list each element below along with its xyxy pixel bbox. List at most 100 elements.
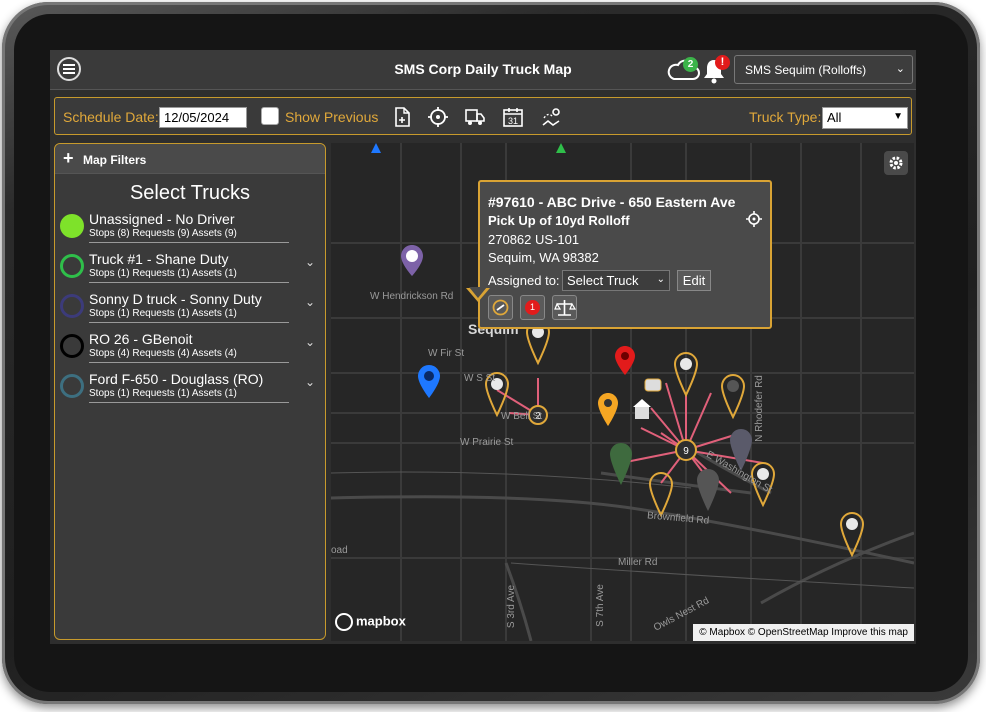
select-trucks-heading: Select Trucks (129, 182, 251, 204)
plus-icon: + (63, 148, 74, 168)
app-screen: SMS Corp Daily Truck Map 2 ! SMS Sequim … (50, 50, 916, 644)
toolbar: Schedule Date: 12/05/2024 Show Previous … (54, 97, 912, 135)
svg-text:31: 31 (508, 116, 518, 126)
street-fir: W Fir St (428, 348, 465, 359)
street-miller: Miller Rd (618, 557, 658, 568)
truck-divider (89, 282, 289, 283)
locate-icon[interactable] (745, 210, 763, 228)
pin-gold-4 (720, 373, 746, 420)
schedule-date-input[interactable]: 12/05/2024 (159, 107, 247, 128)
truck-name: Truck #1 - Shane Duty (89, 251, 229, 267)
popup-service: Pick Up of 10yd Rolloff (488, 213, 630, 228)
truck-row[interactable]: Unassigned - No Driver Stops (8) Requests… (59, 210, 321, 246)
dump-action-button[interactable] (488, 295, 513, 320)
assigned-to-label: Assigned to: (488, 273, 560, 288)
truck-name: Unassigned - No Driver (89, 211, 235, 227)
stop-popup: #97610 - ABC Drive - 650 Eastern Ave Pic… (478, 180, 772, 329)
location-select[interactable]: SMS Sequim (Rolloffs) ⌄ (734, 55, 913, 84)
map-settings-button[interactable] (884, 151, 908, 175)
alerts-action-button[interactable]: 1 (520, 295, 545, 320)
truck-color-indicator (60, 374, 84, 398)
pin-gray-2 (697, 469, 719, 511)
truck-icon[interactable] (464, 106, 486, 128)
truck-color-indicator (60, 334, 84, 358)
chevron-down-icon[interactable]: ⌄ (305, 335, 315, 349)
show-previous-label: Show Previous (285, 109, 379, 125)
truck-color-indicator (60, 254, 84, 278)
street-prairie: W Prairie St (460, 437, 514, 448)
pin-orange-center (598, 393, 618, 426)
street-s-7th: S 7th Ave (594, 584, 606, 627)
truck-stats: Stops (1) Requests (1) Assets (1) (89, 308, 237, 319)
pin-green-top (556, 143, 566, 153)
truck-type-select[interactable]: All ▼ (822, 107, 908, 129)
chevron-down-icon[interactable]: ⌄ (305, 255, 315, 269)
show-previous-checkbox[interactable] (261, 107, 279, 125)
truck-row[interactable]: Truck #1 - Shane Duty Stops (1) Requests … (59, 250, 321, 286)
street-hendrickson: W Hendrickson Rd (370, 291, 454, 302)
popup-address-line1: 270862 US-101 (488, 232, 580, 247)
chevron-down-icon: ⌄ (895, 63, 905, 75)
truck-stats: Stops (1) Requests (1) Assets (1) (89, 268, 237, 279)
sidebar: + Map Filters Select Trucks Unassigned -… (54, 143, 326, 640)
dump-icon (492, 299, 509, 316)
truck-divider (89, 362, 289, 363)
add-document-icon[interactable] (391, 106, 413, 128)
truck-row[interactable]: Sonny D truck - Sonny Duty Stops (1) Requ… (59, 290, 321, 326)
alert-badge: ! (715, 55, 730, 70)
cloud-count-badge: 2 (683, 57, 698, 72)
street-rhodefer: N Rhodefer Rd (753, 375, 765, 442)
truck-name: RO 26 - GBenoit (89, 331, 193, 347)
crosshair-icon[interactable] (427, 106, 449, 128)
top-bar: SMS Corp Daily Truck Map 2 ! SMS Sequim … (50, 50, 916, 90)
truck-stats: Stops (4) Requests (4) Assets (4) (89, 348, 237, 359)
truck-color-indicator (60, 294, 84, 318)
mapbox-logo-text: mapbox (356, 613, 406, 629)
chevron-down-icon[interactable]: ⌄ (305, 375, 315, 389)
mapbox-logo[interactable]: mapbox (335, 613, 406, 635)
assign-truck-value: Select Truck (567, 273, 639, 288)
truck-stats: Stops (8) Requests (9) Assets (9) (89, 228, 237, 239)
truck-type-label: Truck Type: (749, 109, 822, 125)
street-w-s: W S St (464, 373, 496, 384)
cluster-b-label: 9 (683, 446, 689, 457)
truck-divider (89, 402, 289, 403)
pin-green (610, 443, 632, 485)
location-value: SMS Sequim (Rolloffs) (745, 63, 867, 77)
truck-name: Ford F-650 - Douglass (RO) (89, 371, 264, 387)
chevron-down-icon: ▼ (893, 111, 903, 122)
truck-stats: Stops (1) Requests (1) Assets (1) (89, 388, 237, 399)
truck-divider (89, 242, 289, 243)
truck-row[interactable]: RO 26 - GBenoit Stops (4) Requests (4) As… (59, 330, 321, 366)
pin-blue (418, 365, 440, 398)
alerts-count-badge: 1 (525, 300, 540, 315)
chevron-down-icon[interactable]: ⌄ (305, 295, 315, 309)
pin-home (633, 399, 651, 419)
map-attribution[interactable]: © Mapbox © OpenStreetMap Improve this ma… (693, 624, 914, 641)
truck-row[interactable]: Ford F-650 - Douglass (RO) Stops (1) Requ… (59, 370, 321, 406)
scale-icon (554, 300, 577, 316)
street-s-3rd: S 3rd Ave (506, 584, 518, 629)
popup-address-line2: Sequim, WA 98382 (488, 250, 599, 265)
assign-truck-select[interactable]: Select Truck ⌄ (562, 270, 670, 291)
truck-color-indicator (60, 214, 84, 238)
truck-type-value: All (827, 110, 842, 125)
street-bell: W Bell St (501, 411, 543, 422)
chevron-down-icon: ⌄ (656, 274, 665, 285)
truck-divider (89, 322, 289, 323)
popup-title: #97610 - ABC Drive - 650 Eastern Ave (488, 194, 736, 210)
street-road-fragment: oad (331, 545, 348, 556)
gear-icon (889, 156, 903, 170)
truck-name: Sonny D truck - Sonny Duty (89, 291, 262, 307)
popup-pointer-inner (469, 287, 487, 298)
map-filters-label: Map Filters (83, 153, 147, 167)
calendar-icon[interactable]: 31 (502, 106, 524, 128)
pin-truck (644, 378, 662, 392)
scale-action-button[interactable] (552, 295, 577, 320)
map-view[interactable]: 2 9 Sequim W Hendrickson Rd W Fir St W S… (331, 143, 914, 641)
edit-button[interactable]: Edit (677, 270, 711, 291)
mapbox-logo-icon (335, 613, 353, 631)
pin-blue-top (371, 143, 381, 153)
map-filters-toggle[interactable]: + Map Filters (55, 144, 325, 174)
route-map-icon[interactable] (540, 106, 562, 128)
